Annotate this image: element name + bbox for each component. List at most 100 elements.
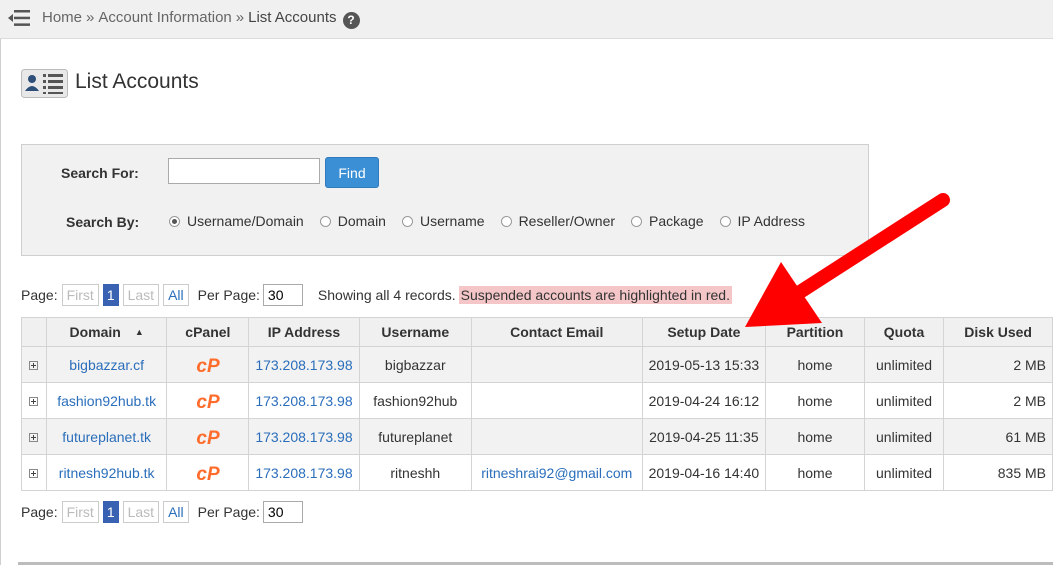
cpanel-logo-icon[interactable]: cP	[193, 355, 223, 375]
last-page-button[interactable]: Last	[122, 284, 160, 306]
table-header-row: Domain ▲ cPanel IP Address Username Conta…	[21, 317, 1053, 347]
setup-date-cell: 2019-04-25 11:35	[641, 418, 767, 455]
disk-used-cell: 2 MB	[943, 382, 1053, 419]
svg-text:cP: cP	[196, 428, 220, 447]
breadcrumb: Home» Account Information» List Accounts?	[42, 9, 360, 29]
search-panel: Search For: Find Search By: Username/Dom…	[21, 144, 869, 256]
radio-domain[interactable]: Domain	[319, 213, 386, 229]
partition-cell: home	[765, 454, 865, 491]
ip-address-link[interactable]: 173.208.173.98	[248, 418, 360, 455]
per-page-input[interactable]	[262, 501, 303, 523]
cpanel-logo-icon[interactable]: cP	[193, 427, 223, 447]
search-by-options: Username/Domain Domain Username Reseller…	[169, 213, 805, 229]
column-header-partition[interactable]: Partition	[765, 317, 865, 347]
records-count-text: Showing all 4 records.	[317, 287, 456, 303]
content-border	[0, 39, 1, 565]
expand-plus-icon[interactable]	[29, 396, 39, 406]
per-page-label: Per Page:	[197, 504, 260, 520]
domain-link[interactable]: futureplanet.tk	[45, 418, 168, 455]
table-row: fashion92hub.tk cP 173.208.173.98 fashio…	[21, 382, 1053, 419]
radio-reseller-owner[interactable]: Reseller/Owner	[500, 213, 615, 229]
username-cell: bigbazzar	[358, 346, 472, 383]
contact-email-link[interactable]: ritneshrai92@gmail.com	[470, 454, 643, 491]
radio-button[interactable]	[319, 215, 331, 227]
contact-email-link[interactable]	[470, 418, 643, 455]
radio-button[interactable]	[631, 215, 643, 227]
table-row: ritnesh92hub.tk cP 173.208.173.98 ritnes…	[21, 454, 1053, 491]
radio-button[interactable]	[401, 215, 413, 227]
setup-date-cell: 2019-04-16 14:40	[641, 454, 767, 491]
search-input[interactable]	[168, 158, 320, 184]
partition-cell: home	[765, 382, 865, 419]
disk-used-cell: 835 MB	[943, 454, 1053, 491]
breadcrumb-account-information[interactable]: Account Information	[98, 9, 231, 26]
quota-cell: unlimited	[863, 454, 945, 491]
column-header-username[interactable]: Username	[358, 317, 472, 347]
radio-username-domain[interactable]: Username/Domain	[169, 213, 304, 229]
quota-cell: unlimited	[863, 382, 945, 419]
current-page-button[interactable]: 1	[102, 501, 119, 523]
cpanel-cell: cP	[166, 454, 250, 491]
expand-cell	[21, 382, 47, 419]
breadcrumb-home[interactable]: Home	[42, 9, 82, 26]
table-row: futureplanet.tk cP 173.208.173.98 future…	[21, 418, 1053, 455]
username-cell: futureplanet	[358, 418, 472, 455]
column-header-label: Domain	[69, 324, 121, 340]
help-icon[interactable]: ?	[342, 12, 360, 29]
suspended-note: Suspended accounts are highlighted in re…	[458, 286, 732, 304]
column-header-ip-address[interactable]: IP Address	[248, 317, 360, 347]
first-page-button[interactable]: First	[61, 284, 99, 306]
last-page-button[interactable]: Last	[122, 501, 160, 523]
setup-date-cell: 2019-04-24 16:12	[641, 382, 767, 419]
per-page-label: Per Page:	[197, 287, 260, 303]
cpanel-logo-icon[interactable]: cP	[193, 391, 223, 411]
per-page-input[interactable]	[262, 284, 303, 306]
menu-collapse-icon[interactable]	[8, 9, 30, 27]
first-page-button[interactable]: First	[61, 501, 99, 523]
column-header-contact-email[interactable]: Contact Email	[470, 317, 643, 347]
expand-column-header	[21, 317, 47, 347]
domain-link[interactable]: fashion92hub.tk	[45, 382, 168, 419]
column-header-domain[interactable]: Domain ▲	[45, 317, 168, 347]
contact-email-link[interactable]	[470, 346, 643, 383]
ip-address-link[interactable]: 173.208.173.98	[248, 454, 360, 491]
expand-plus-icon[interactable]	[29, 432, 39, 442]
column-header-quota[interactable]: Quota	[863, 317, 945, 347]
svg-text:cP: cP	[196, 356, 220, 375]
column-header-cpanel: cPanel	[166, 317, 250, 347]
radio-label: Domain	[337, 213, 386, 229]
column-header-setup-date[interactable]: Setup Date	[641, 317, 767, 347]
current-page-button[interactable]: 1	[102, 284, 119, 306]
breadcrumb-separator: »	[86, 9, 95, 26]
radio-label: IP Address	[737, 213, 805, 229]
svg-text:cP: cP	[196, 464, 220, 483]
column-header-disk-used[interactable]: Disk Used	[943, 317, 1053, 347]
page-label: Page:	[21, 287, 58, 303]
expand-plus-icon[interactable]	[29, 360, 39, 370]
breadcrumb-separator: »	[235, 9, 245, 26]
domain-link[interactable]: bigbazzar.cf	[45, 346, 168, 383]
radio-button[interactable]	[500, 215, 512, 227]
disk-used-cell: 2 MB	[943, 346, 1053, 383]
expand-plus-icon[interactable]	[29, 468, 39, 478]
accounts-table: Domain ▲ cPanel IP Address Username Conta…	[21, 317, 1053, 491]
page-title: List Accounts	[75, 70, 199, 93]
radio-ip-address[interactable]: IP Address	[719, 213, 805, 229]
expand-cell	[21, 346, 47, 383]
radio-button[interactable]	[169, 215, 180, 227]
cpanel-logo-icon[interactable]: cP	[193, 463, 223, 483]
svg-text:cP: cP	[196, 392, 220, 411]
all-pages-button[interactable]: All	[163, 284, 189, 306]
disk-used-cell: 61 MB	[943, 418, 1053, 455]
radio-label: Username	[419, 213, 485, 229]
radio-package[interactable]: Package	[631, 213, 704, 229]
ip-address-link[interactable]: 173.208.173.98	[248, 346, 360, 383]
ip-address-link[interactable]: 173.208.173.98	[248, 382, 360, 419]
radio-label: Username/Domain	[187, 213, 304, 229]
domain-link[interactable]: ritnesh92hub.tk	[45, 454, 168, 491]
find-button[interactable]: Find	[325, 157, 379, 188]
radio-button[interactable]	[719, 215, 731, 227]
all-pages-button[interactable]: All	[163, 501, 189, 523]
contact-email-link[interactable]	[470, 382, 643, 419]
radio-username[interactable]: Username	[401, 213, 485, 229]
